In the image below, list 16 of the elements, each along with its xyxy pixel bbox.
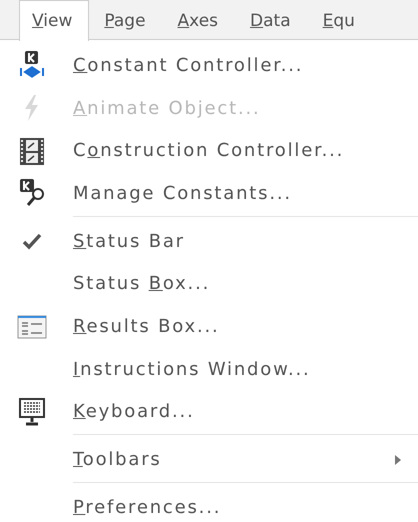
menu-bar-item[interactable]: Page	[91, 0, 163, 40]
submenu-arrow-icon	[394, 454, 402, 466]
menu-item[interactable]: Constant Controller...	[73, 54, 418, 76]
menu-item[interactable]: I nstructions Window...	[73, 358, 418, 380]
menu-item[interactable]: Manage Constants...	[73, 182, 418, 204]
menu-item[interactable]: Toolbars	[73, 449, 394, 470]
menu-bar-item[interactable]: Axes	[164, 0, 236, 40]
menu-item[interactable]: Keyboard...	[73, 401, 418, 422]
menu-bar-item[interactable]: View	[19, 0, 90, 41]
menu-bar-item[interactable]: Data	[237, 0, 308, 40]
menu-item[interactable]: Status Bar	[73, 230, 418, 252]
menu-item[interactable]: Co nstruction Controller...	[73, 140, 418, 162]
menu-bar-item[interactable]: Equ	[310, 0, 372, 40]
menu-item[interactable]: Preferences...	[73, 496, 418, 518]
menu-item[interactable]: Results Box...	[73, 316, 418, 337]
menu-item[interactable]: Status Box...	[73, 273, 418, 294]
